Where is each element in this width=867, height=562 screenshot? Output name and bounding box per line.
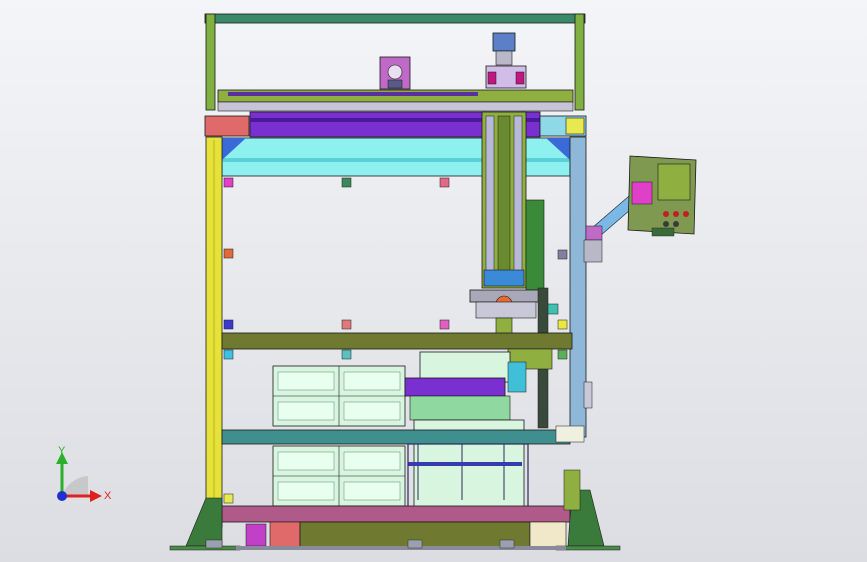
control-panel-icon[interactable] — [627, 155, 697, 237]
cad-viewport[interactable]: Y X — [0, 0, 867, 562]
right-column — [569, 136, 593, 438]
triad-icon: Y X — [56, 445, 112, 502]
left-column — [205, 136, 223, 528]
servo-motor-icon — [485, 32, 527, 89]
gearbox-block — [379, 56, 411, 90]
triad-x-label: X — [104, 490, 112, 502]
triad-y-label: Y — [58, 445, 66, 457]
